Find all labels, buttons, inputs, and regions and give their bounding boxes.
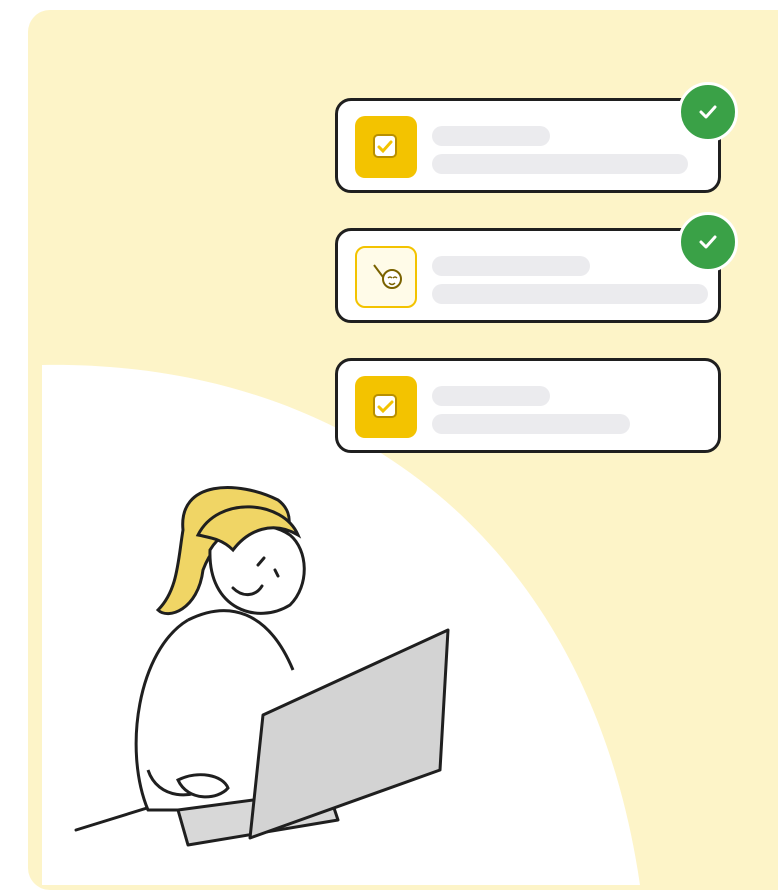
placeholder-text-bar — [432, 284, 708, 304]
placeholder-text-bar — [432, 414, 630, 434]
checklist-document-icon — [355, 116, 417, 178]
check-icon — [678, 212, 738, 272]
check-icon — [678, 82, 738, 142]
placeholder-text-bar — [432, 154, 688, 174]
task-card-2[interactable] — [335, 228, 721, 323]
task-card-3[interactable] — [335, 358, 721, 453]
pencil-face-icon — [355, 246, 417, 308]
placeholder-title-bar — [432, 126, 550, 146]
placeholder-title-bar — [432, 256, 590, 276]
task-card-1[interactable] — [335, 98, 721, 193]
placeholder-title-bar — [432, 386, 550, 406]
checklist-document-icon — [355, 376, 417, 438]
illustration-panel — [28, 10, 778, 890]
